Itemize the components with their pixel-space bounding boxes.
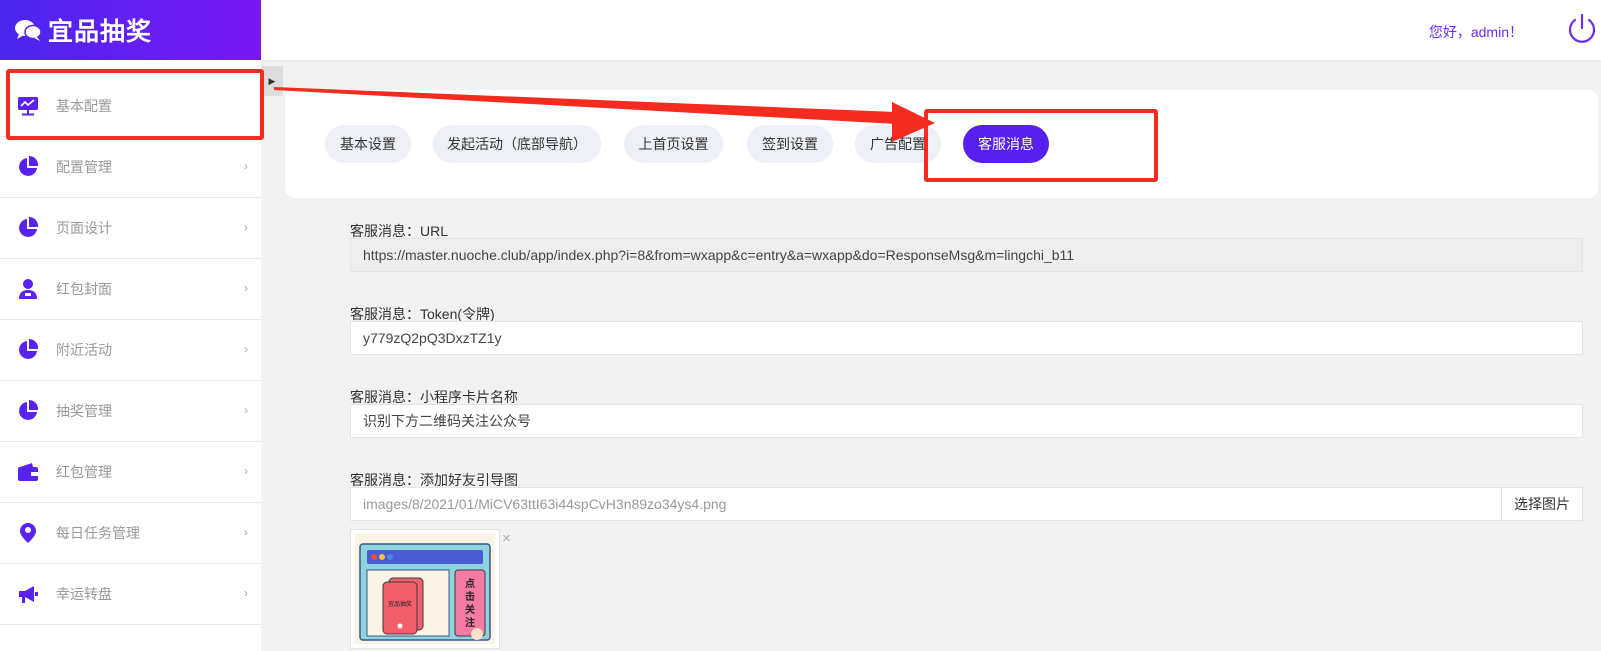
thumb-card-text: 宜品抽奖 <box>388 600 412 608</box>
sidebar-item-redpacket-cover[interactable]: 红包封面 › <box>0 259 261 320</box>
megaphone-icon <box>17 583 39 605</box>
sidebar-collapse-toggle[interactable]: ▶ <box>261 66 283 96</box>
annotation-box-sidebar <box>6 69 264 140</box>
chevron-right-icon: › <box>244 586 248 600</box>
chat-bubbles-icon <box>15 20 42 41</box>
sidebar-item-label: 抽奖管理 <box>56 403 112 419</box>
chevron-right-icon: › <box>244 281 248 295</box>
caret-right-icon: ▶ <box>268 75 276 86</box>
token-field[interactable]: y779zQ2pQ3DxzTZ1y <box>350 321 1583 355</box>
sidebar-item-redpacket-manage[interactable]: 红包管理 › <box>0 442 261 503</box>
chevron-right-icon: › <box>244 403 248 417</box>
sidebar-item-label: 配置管理 <box>56 159 112 175</box>
pie-chart-icon <box>17 400 39 422</box>
url-field[interactable]: https://master.nuoche.club/app/index.php… <box>350 238 1583 272</box>
thumb-side-char-4: 注 <box>465 616 475 629</box>
chevron-right-icon: › <box>244 342 248 356</box>
wallet-icon <box>17 461 39 483</box>
user-greeting[interactable]: 您好，admin！ <box>1429 22 1523 42</box>
thumb-side-char-2: 击 <box>465 590 475 603</box>
sidebar-item-page-design[interactable]: 页面设计 › <box>0 198 261 259</box>
pie-chart-icon <box>17 217 39 239</box>
sidebar-item-config-manage[interactable]: 配置管理 › <box>0 137 261 198</box>
power-icon[interactable] <box>1565 12 1599 46</box>
chevron-right-icon: › <box>244 464 248 478</box>
tab-basic-settings[interactable]: 基本设置 <box>325 125 411 163</box>
sidebar-item-lottery-manage[interactable]: 抽奖管理 › <box>0 381 261 442</box>
sidebar-item-nearby-activity[interactable]: 附近活动 › <box>0 320 261 381</box>
guide-image-path-field[interactable]: images/8/2021/01/MiCV63ttI63i44spCvH3n89… <box>350 487 1502 521</box>
sidebar-item-label: 每日任务管理 <box>56 525 140 541</box>
thumb-side-char-3: 关 <box>465 603 475 616</box>
guide-image-preview: 宜品抽奖 点 击 关 注 <box>355 534 495 644</box>
pie-chart-icon <box>17 339 39 361</box>
sidebar-item-label: 附近活动 <box>56 342 112 358</box>
pie-chart-icon <box>17 156 39 178</box>
sidebar-item-daily-task[interactable]: 每日任务管理 › <box>0 503 261 564</box>
brand-header: 宜品抽奖 <box>0 0 261 60</box>
location-user-icon <box>17 522 39 544</box>
select-image-button[interactable]: 选择图片 <box>1501 487 1583 521</box>
user-badge-icon <box>17 278 39 300</box>
sidebar-item-label: 红包封面 <box>56 281 112 297</box>
remove-image-icon[interactable]: × <box>502 530 511 547</box>
sidebar-item-lucky-wheel[interactable]: 幸运转盘 › <box>0 564 261 625</box>
tab-signin-settings[interactable]: 签到设置 <box>747 125 833 163</box>
sidebar-item-label: 红包管理 <box>56 464 112 480</box>
tab-homepage-settings[interactable]: 上首页设置 <box>624 125 723 163</box>
brand-title: 宜品抽奖 <box>48 18 153 46</box>
tab-launch-activity[interactable]: 发起活动（底部导航） <box>433 125 601 163</box>
guide-image-thumbnail: 宜品抽奖 点 击 关 注 <box>350 529 500 649</box>
annotation-box-tab <box>924 109 1158 182</box>
chevron-right-icon: › <box>244 220 248 234</box>
sidebar-item-label: 页面设计 <box>56 220 112 236</box>
card-name-field[interactable]: 识别下方二维码关注公众号 <box>350 404 1583 438</box>
thumb-side-char-1: 点 <box>465 577 475 590</box>
top-bar: 您好，admin！ <box>261 0 1601 60</box>
chevron-right-icon: › <box>244 159 248 173</box>
sidebar-item-label: 幸运转盘 <box>56 586 112 602</box>
chevron-right-icon: › <box>244 525 248 539</box>
